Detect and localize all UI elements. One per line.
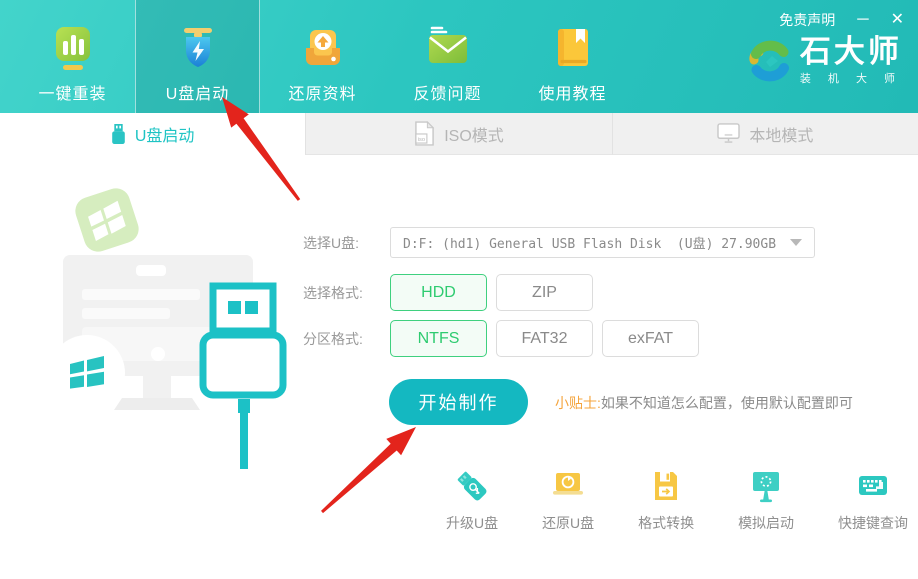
utility-restore-usb[interactable]: 还原U盘 bbox=[542, 468, 594, 533]
utility-label: 格式转换 bbox=[638, 513, 694, 533]
chevron-down-icon bbox=[790, 239, 802, 246]
main-content: 选择U盘: D:F: (hd1) General USB Flash Disk … bbox=[0, 155, 918, 579]
tab-label: 本地模式 bbox=[749, 122, 813, 146]
utility-simulate-boot[interactable]: 模拟启动 bbox=[738, 468, 794, 533]
restore-data-icon bbox=[300, 25, 346, 71]
main-toolbar: 一键重装 U盘启动 bbox=[10, 0, 635, 113]
app-window: 一键重装 U盘启动 bbox=[0, 0, 918, 579]
format-label: 选择格式: bbox=[303, 283, 373, 303]
partition-option-ntfs[interactable]: NTFS bbox=[390, 320, 487, 357]
usb-select-dropdown[interactable]: D:F: (hd1) General USB Flash Disk (U盘) 2… bbox=[390, 227, 815, 258]
toolbar-item-tutorial[interactable]: 使用教程 bbox=[510, 0, 635, 113]
usb-plug-illustration bbox=[203, 286, 283, 469]
partition-option-fat32[interactable]: FAT32 bbox=[496, 320, 593, 357]
tab-iso-mode[interactable]: iso ISO模式 bbox=[305, 113, 611, 155]
usb-stick-icon bbox=[111, 124, 126, 145]
tab-local-mode[interactable]: 本地模式 bbox=[612, 113, 918, 155]
utility-upgrade-usb[interactable]: 升级U盘 bbox=[446, 468, 498, 533]
upgrade-usb-icon bbox=[454, 468, 490, 504]
partition-label: 分区格式: bbox=[303, 329, 373, 349]
toolbar-item-feedback[interactable]: 反馈问题 bbox=[385, 0, 510, 113]
brand-swirl-icon bbox=[748, 39, 792, 83]
feedback-icon bbox=[425, 25, 471, 71]
close-icon[interactable]: ✕ bbox=[891, 12, 904, 28]
tip-text: 小贴士:如果不知道怎么配置，使用默认配置即可 bbox=[555, 393, 853, 413]
partition-row: 分区格式: NTFS FAT32 exFAT bbox=[303, 320, 708, 357]
toolbar-item-reinstall[interactable]: 一键重装 bbox=[10, 0, 135, 113]
usb-computer-illustration bbox=[30, 173, 300, 473]
utility-label: 还原U盘 bbox=[542, 513, 594, 533]
usb-select-value: D:F: (hd1) General USB Flash Disk (U盘) 2… bbox=[403, 233, 776, 252]
toolbar-item-label: 使用教程 bbox=[538, 80, 606, 104]
utility-label: 模拟启动 bbox=[738, 513, 794, 533]
format-option-zip[interactable]: ZIP bbox=[496, 274, 593, 311]
minimize-icon[interactable]: ─ bbox=[857, 12, 868, 28]
monitor-icon bbox=[717, 123, 740, 144]
utility-hotkey-query[interactable]: 快捷键查询 bbox=[838, 468, 908, 533]
toolbar-item-usb-boot[interactable]: U盘启动 bbox=[135, 0, 260, 113]
reinstall-icon bbox=[50, 25, 96, 71]
tab-label: ISO模式 bbox=[444, 122, 504, 146]
tutorial-icon bbox=[550, 25, 596, 71]
utility-label: 快捷键查询 bbox=[838, 513, 908, 533]
brand-logo: 石大师 装 机 大 师 bbox=[748, 36, 902, 86]
mode-tabbar: U盘启动 iso ISO模式 本地模式 bbox=[0, 113, 918, 155]
usb-select-row: 选择U盘: D:F: (hd1) General USB Flash Disk … bbox=[303, 227, 815, 258]
windows-tile bbox=[72, 185, 143, 256]
tip-prefix: 小贴士: bbox=[555, 395, 601, 411]
start-create-button[interactable]: 开始制作 bbox=[389, 379, 528, 425]
utility-row: 升级U盘 还原U盘 格式转换 bbox=[446, 468, 908, 533]
brand-text: 石大师 装 机 大 师 bbox=[800, 36, 902, 86]
tab-usb-boot[interactable]: U盘启动 bbox=[0, 113, 305, 155]
tab-label: U盘启动 bbox=[135, 122, 195, 146]
partition-option-exfat[interactable]: exFAT bbox=[602, 320, 699, 357]
toolbar-item-label: 一键重装 bbox=[38, 80, 106, 104]
simulate-boot-icon bbox=[748, 468, 784, 504]
usb-boot-icon bbox=[175, 25, 221, 71]
window-controls: 免责声明 ─ ✕ bbox=[779, 10, 904, 30]
iso-badge-text: iso bbox=[418, 137, 425, 143]
windows-badge bbox=[49, 335, 125, 411]
brand-subtitle: 装 机 大 师 bbox=[800, 70, 902, 86]
utility-format-convert[interactable]: 格式转换 bbox=[638, 468, 694, 533]
toolbar-item-label: 反馈问题 bbox=[413, 80, 481, 104]
usb-select-label: 选择U盘: bbox=[303, 233, 373, 253]
format-option-hdd[interactable]: HDD bbox=[390, 274, 487, 311]
format-convert-icon bbox=[648, 468, 684, 504]
toolbar-item-label: 还原资料 bbox=[288, 80, 356, 104]
toolbar-item-restore-data[interactable]: 还原资料 bbox=[260, 0, 385, 113]
restore-usb-icon bbox=[550, 468, 586, 504]
hotkey-keyboard-icon bbox=[855, 468, 891, 504]
utility-label: 升级U盘 bbox=[446, 513, 498, 533]
format-row: 选择格式: HDD ZIP bbox=[303, 274, 602, 311]
header: 一键重装 U盘启动 bbox=[0, 0, 918, 113]
iso-file-icon: iso bbox=[414, 121, 435, 146]
tip-body: 如果不知道怎么配置，使用默认配置即可 bbox=[601, 395, 853, 411]
disclaimer-link[interactable]: 免责声明 bbox=[779, 10, 835, 30]
brand-title: 石大师 bbox=[800, 36, 902, 68]
toolbar-item-label: U盘启动 bbox=[166, 80, 230, 104]
